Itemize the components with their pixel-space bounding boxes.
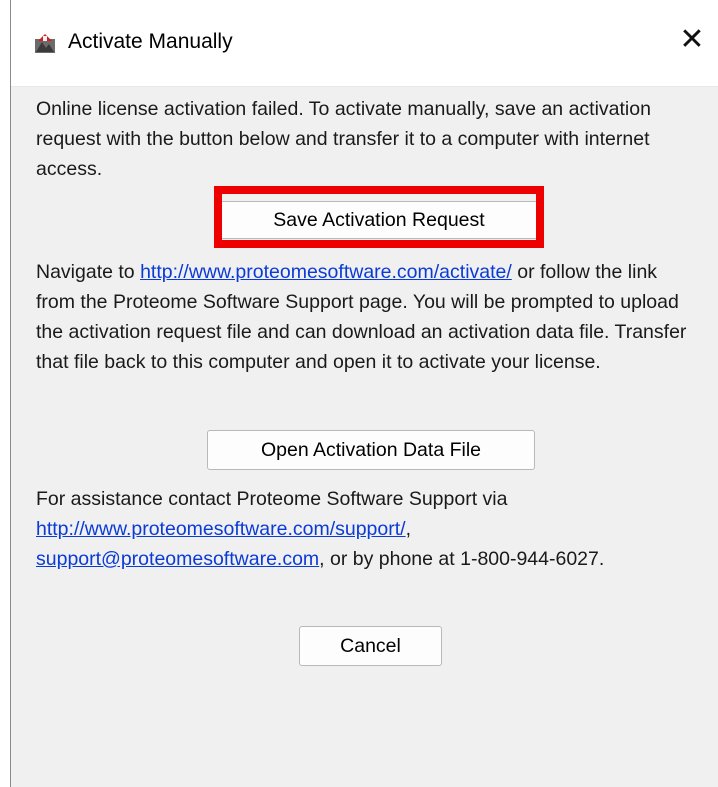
cancel-button[interactable]: Cancel [299, 626, 442, 666]
navigate-prefix: Navigate to [36, 261, 141, 283]
support-email-link[interactable]: support@proteomesoftware.com [36, 548, 319, 570]
assistance-comma: , [405, 518, 411, 540]
app-icon [34, 33, 56, 55]
navigate-text: Navigate to http://www.proteomesoftware.… [36, 257, 696, 377]
open-activation-data-file-button[interactable]: Open Activation Data File [207, 430, 535, 470]
title-bar: Activate Manually ✕ [11, 0, 718, 87]
intro-text: Online license activation failed. To act… [36, 98, 651, 180]
dialog-title: Activate Manually [68, 30, 233, 53]
highlight-box [214, 186, 544, 248]
activate-link[interactable]: http://www.proteomesoftware.com/activate… [140, 261, 512, 283]
activate-manually-dialog: Activate Manually ✕ Online license activ… [10, 0, 718, 787]
assistance-prefix: For assistance contact Proteome Software… [36, 488, 508, 510]
assistance-suffix: , or by phone at 1-800-944-6027. [319, 548, 605, 570]
assistance-text: For assistance contact Proteome Software… [36, 484, 696, 574]
support-link[interactable]: http://www.proteomesoftware.com/support/ [36, 518, 406, 540]
close-icon[interactable]: ✕ [678, 25, 706, 55]
